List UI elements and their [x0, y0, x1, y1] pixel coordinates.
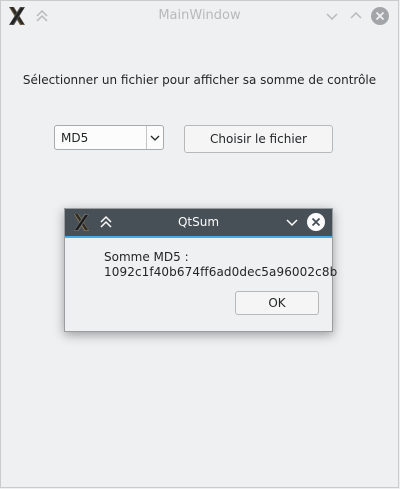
checksum-dialog: QtSum Somme MD5 : 1092c1f40b674ff6ad0dec… [64, 208, 337, 332]
combo-divider [146, 126, 147, 149]
close-icon[interactable] [307, 213, 325, 231]
chevron-down-icon[interactable] [324, 8, 340, 24]
choose-file-button[interactable]: Choisir le fichier [184, 125, 333, 153]
chevron-up-icon[interactable] [348, 8, 364, 24]
instruction-label: Sélectionner un fichier pour afficher sa… [22, 73, 377, 87]
algorithm-select-value: MD5 [61, 131, 89, 145]
close-icon[interactable] [371, 7, 389, 25]
checksum-label: Somme MD5 : [104, 250, 189, 264]
chevron-down-icon[interactable] [285, 215, 299, 229]
checksum-value: 1092c1f40b674ff6ad0dec5a96002c8b [104, 265, 338, 279]
dialog-titlebar[interactable]: QtSum [65, 209, 332, 238]
ok-button[interactable]: OK [235, 291, 319, 315]
algorithm-select[interactable]: MD5 [54, 125, 164, 150]
main-window-titlebar[interactable]: MainWindow [1, 1, 398, 31]
chevron-down-icon[interactable] [149, 132, 161, 144]
